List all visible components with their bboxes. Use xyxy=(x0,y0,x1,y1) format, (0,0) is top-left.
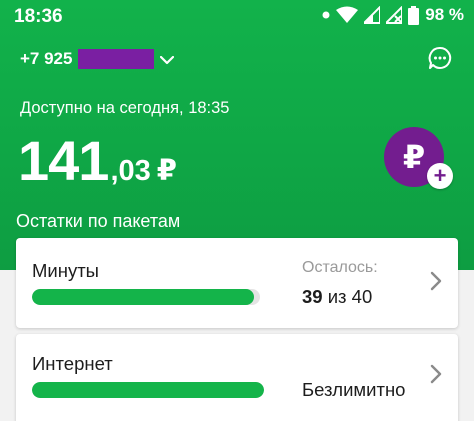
package-card-minutes[interactable]: Минуты Осталось: 39 из 40 xyxy=(16,238,458,328)
signal-icon xyxy=(364,6,381,24)
chevron-right-icon xyxy=(430,271,442,296)
balance-amount: 141 ,03 ₽ xyxy=(18,128,177,193)
balance-integer: 141 xyxy=(18,129,109,192)
package-progress-bar xyxy=(32,289,260,305)
package-progress-bar xyxy=(32,382,264,398)
remaining-total: из 40 xyxy=(327,286,373,307)
alarm-dot-icon xyxy=(322,11,330,19)
chevron-right-icon xyxy=(430,364,442,389)
remaining-label: Осталось: xyxy=(302,259,378,276)
ruble-icon: ₽ xyxy=(402,139,426,175)
screen: 18:36 98 % +7 925 Доступно на сегодня, 1… xyxy=(0,0,474,421)
chevron-down-icon xyxy=(160,50,175,70)
package-label: Интернет xyxy=(32,353,113,374)
package-label: Минуты xyxy=(32,260,99,281)
status-time: 18:36 xyxy=(14,6,63,27)
signal-no-data-icon xyxy=(386,6,403,24)
balance-fraction: ,03 xyxy=(110,155,151,187)
package-card-internet[interactable]: Интернет Безлимитно xyxy=(16,334,458,421)
phone-number-redaction xyxy=(78,49,155,69)
remaining-count: 39 xyxy=(302,286,323,307)
plus-icon[interactable]: + xyxy=(427,163,453,189)
balance-currency: ₽ xyxy=(156,155,177,187)
status-icons: 98 % xyxy=(322,5,464,25)
phone-prefix: +7 925 xyxy=(20,49,73,68)
wifi-icon xyxy=(336,6,359,24)
package-progress-fill xyxy=(32,289,255,305)
account-selector[interactable]: +7 925 xyxy=(20,48,175,70)
battery-percent: 98 % xyxy=(425,5,464,24)
status-bar: 18:36 98 % xyxy=(0,0,474,34)
chat-icon[interactable] xyxy=(428,46,452,75)
packages-title: Остатки по пакетам xyxy=(16,211,181,231)
unlimited-status: Безлимитно xyxy=(302,379,406,400)
package-progress-fill xyxy=(32,382,264,398)
remaining-value: 39 из 40 xyxy=(302,286,372,308)
available-label: Доступно на сегодня, 18:35 xyxy=(20,99,230,117)
battery-icon xyxy=(408,5,420,25)
